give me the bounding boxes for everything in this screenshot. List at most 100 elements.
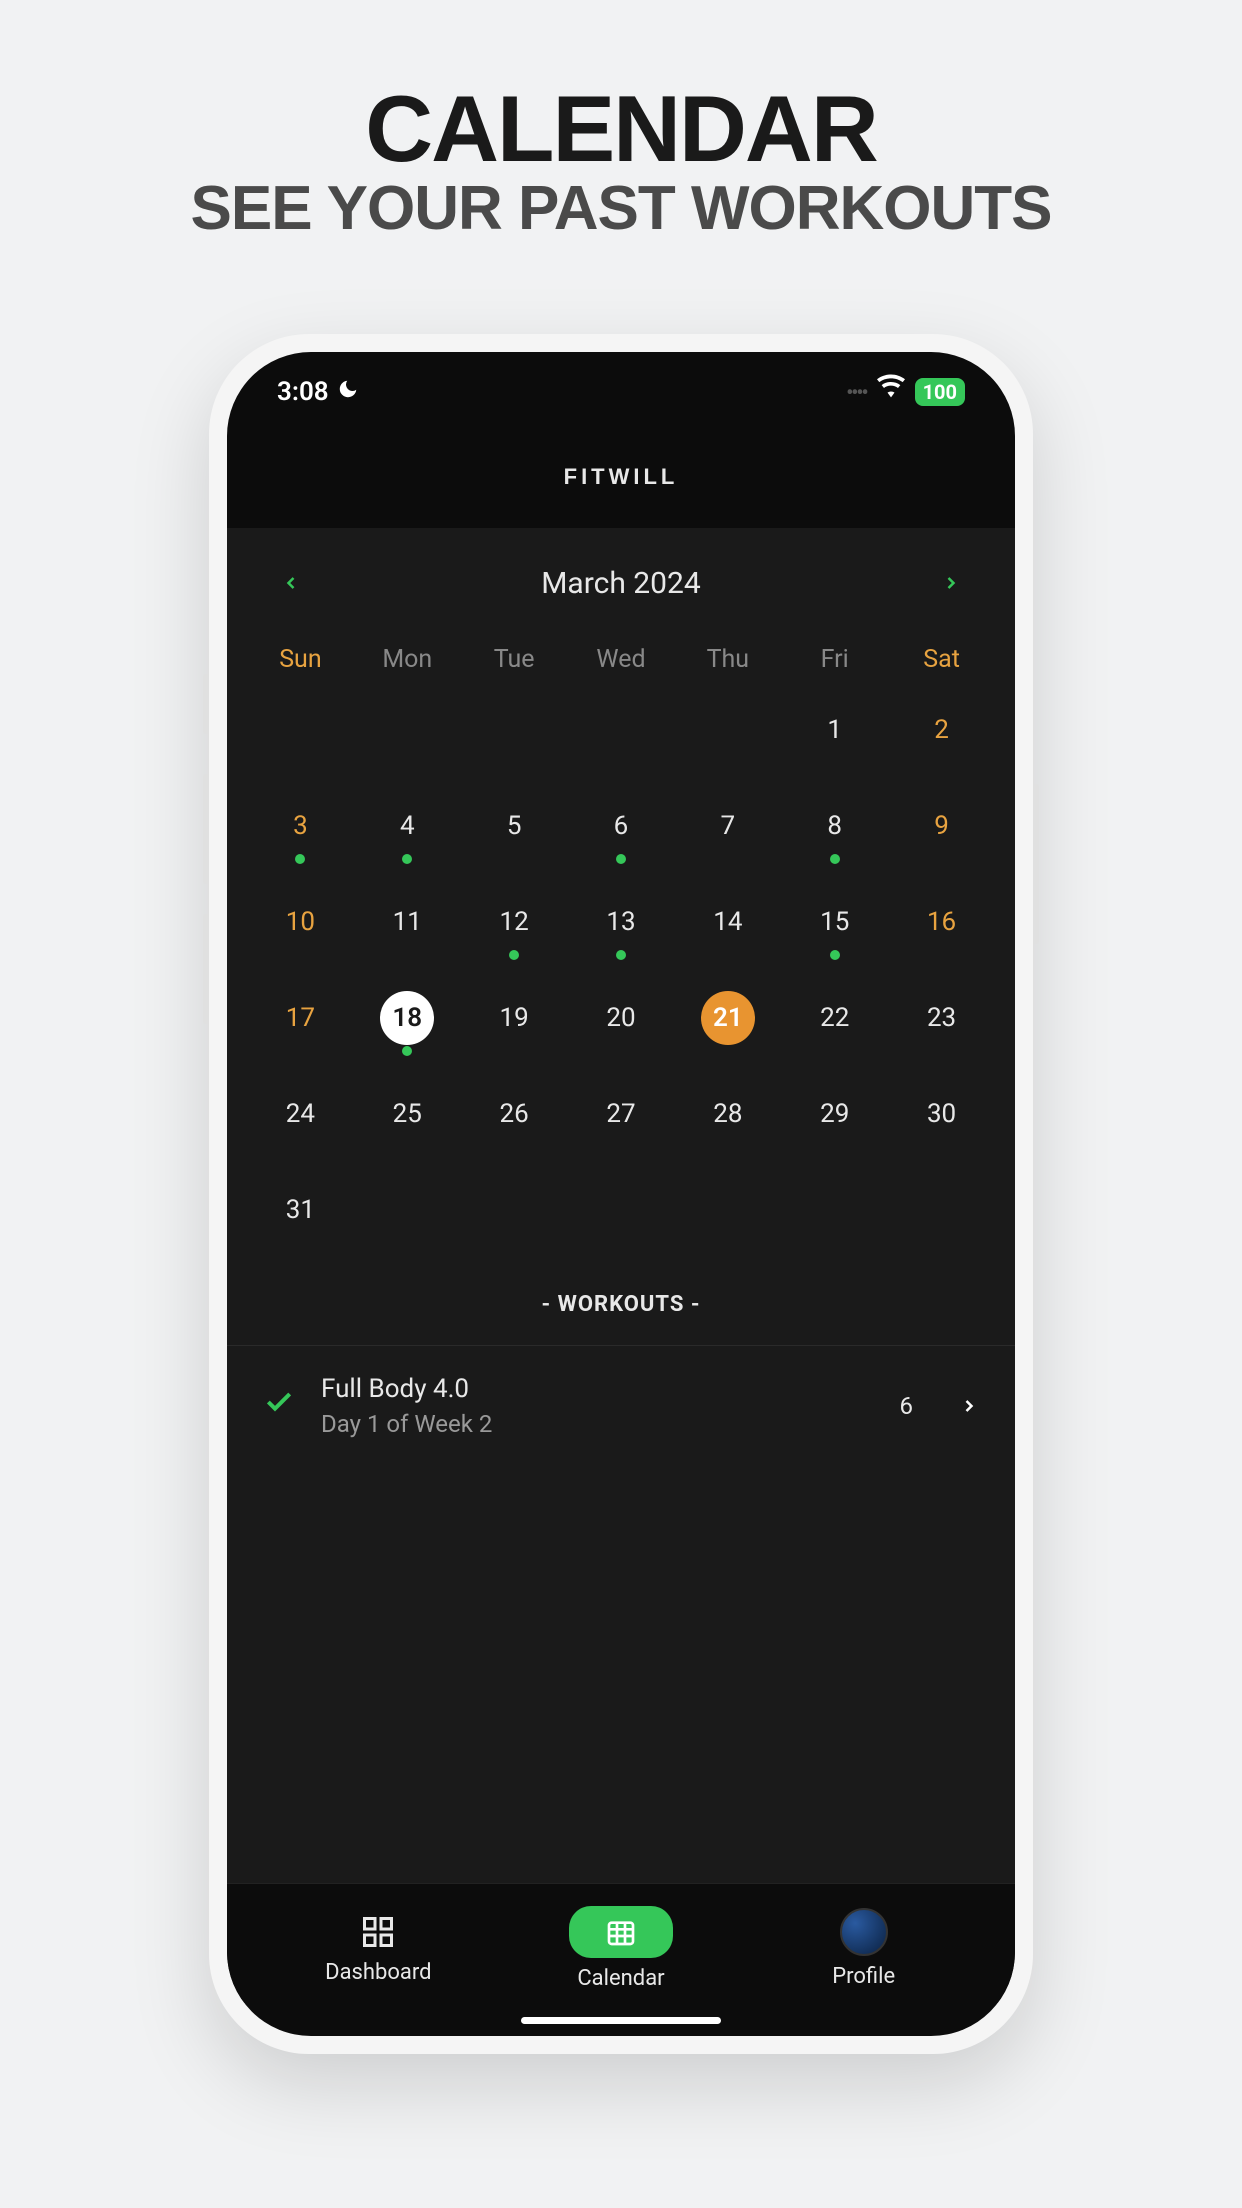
month-navigation: March 2024 xyxy=(227,528,1015,633)
day-number: 29 xyxy=(808,1087,862,1141)
day-header: Sun xyxy=(247,633,354,686)
day-cell xyxy=(888,1176,995,1244)
day-cell[interactable]: 3 xyxy=(247,792,354,860)
day-cell[interactable]: 7 xyxy=(674,792,781,860)
day-number: 27 xyxy=(594,1087,648,1141)
promo-title: CALENDAR xyxy=(365,75,876,183)
workout-dot-icon xyxy=(509,950,519,960)
day-cell xyxy=(461,696,568,764)
day-cell[interactable]: 31 xyxy=(247,1176,354,1244)
prev-month-button[interactable] xyxy=(271,567,311,600)
day-cell[interactable]: 27 xyxy=(568,1080,675,1148)
day-number: 15 xyxy=(808,895,862,949)
day-number: 28 xyxy=(701,1087,755,1141)
workout-dot-icon xyxy=(402,854,412,864)
day-cell[interactable]: 12 xyxy=(461,888,568,956)
wifi-icon xyxy=(877,374,905,409)
day-cell[interactable]: 18 xyxy=(354,984,461,1052)
workout-dot-icon xyxy=(830,950,840,960)
day-number: 14 xyxy=(701,895,755,949)
day-number: 5 xyxy=(487,799,541,853)
battery-indicator: 100 xyxy=(915,378,965,406)
day-cell[interactable]: 2 xyxy=(888,696,995,764)
chevron-right-icon xyxy=(959,1390,979,1423)
day-cell[interactable]: 9 xyxy=(888,792,995,860)
app-title: FITWILL xyxy=(227,419,1015,528)
day-cell[interactable]: 11 xyxy=(354,888,461,956)
day-cell[interactable]: 4 xyxy=(354,792,461,860)
day-header: Wed xyxy=(568,633,675,686)
day-cell[interactable]: 22 xyxy=(781,984,888,1052)
day-cell[interactable]: 19 xyxy=(461,984,568,1052)
day-cell xyxy=(247,696,354,764)
dashboard-icon xyxy=(358,1912,398,1952)
day-number: 17 xyxy=(273,991,327,1045)
workout-dot-icon xyxy=(830,854,840,864)
day-number: 19 xyxy=(487,991,541,1045)
day-header: Thu xyxy=(674,633,781,686)
day-number: 4 xyxy=(380,799,434,853)
bottom-navigation: Dashboard Calendar Profile xyxy=(227,1883,1015,2003)
day-number: 1 xyxy=(808,703,862,757)
day-cell[interactable]: 16 xyxy=(888,888,995,956)
day-number: 22 xyxy=(808,991,862,1045)
check-icon xyxy=(263,1386,295,1426)
day-header: Tue xyxy=(461,633,568,686)
workout-title: Full Body 4.0 xyxy=(321,1374,874,1404)
phone-frame: 3:08 •••• 100 FITWILL March 2024 xyxy=(209,334,1033,2054)
home-indicator[interactable] xyxy=(521,2017,721,2024)
promo-subtitle: SEE YOUR PAST WORKOUTS xyxy=(190,173,1051,244)
day-cell[interactable]: 21 xyxy=(674,984,781,1052)
day-cell[interactable]: 26 xyxy=(461,1080,568,1148)
day-number: 18 xyxy=(380,991,434,1045)
day-cell xyxy=(354,696,461,764)
day-number: 6 xyxy=(594,799,648,853)
day-cell[interactable]: 23 xyxy=(888,984,995,1052)
day-cell[interactable]: 20 xyxy=(568,984,675,1052)
day-cell[interactable]: 25 xyxy=(354,1080,461,1148)
day-number: 25 xyxy=(380,1087,434,1141)
day-cell[interactable]: 30 xyxy=(888,1080,995,1148)
day-cell[interactable]: 14 xyxy=(674,888,781,956)
day-cell[interactable]: 1 xyxy=(781,696,888,764)
day-number: 7 xyxy=(701,799,755,853)
day-cell[interactable]: 29 xyxy=(781,1080,888,1148)
day-number: 24 xyxy=(273,1087,327,1141)
day-header: Mon xyxy=(354,633,461,686)
day-number: 10 xyxy=(273,895,327,949)
day-cell xyxy=(781,1176,888,1244)
day-cell[interactable]: 13 xyxy=(568,888,675,956)
day-cell[interactable]: 24 xyxy=(247,1080,354,1148)
workout-dot-icon xyxy=(616,950,626,960)
nav-dashboard[interactable]: Dashboard xyxy=(257,1912,500,1985)
day-cell[interactable]: 10 xyxy=(247,888,354,956)
nav-calendar[interactable]: Calendar xyxy=(500,1906,743,1991)
workout-item[interactable]: Full Body 4.0 Day 1 of Week 2 6 xyxy=(227,1345,1015,1466)
day-headers: SunMonTueWedThuFriSat xyxy=(227,633,1015,686)
day-number: 31 xyxy=(273,1183,327,1237)
day-number: 8 xyxy=(808,799,862,853)
day-cell[interactable]: 17 xyxy=(247,984,354,1052)
workout-subtitle: Day 1 of Week 2 xyxy=(321,1410,874,1438)
day-cell[interactable]: 28 xyxy=(674,1080,781,1148)
day-cell xyxy=(674,1176,781,1244)
day-number: 21 xyxy=(701,991,755,1045)
nav-profile[interactable]: Profile xyxy=(742,1908,985,1989)
day-number: 16 xyxy=(915,895,969,949)
day-cell[interactable]: 5 xyxy=(461,792,568,860)
day-cell[interactable]: 8 xyxy=(781,792,888,860)
cellular-icon: •••• xyxy=(846,380,866,404)
workout-dot-icon xyxy=(616,854,626,864)
day-number: 13 xyxy=(594,895,648,949)
day-cell xyxy=(568,1176,675,1244)
next-month-button[interactable] xyxy=(931,567,971,600)
phone-screen: 3:08 •••• 100 FITWILL March 2024 xyxy=(227,352,1015,2036)
day-cell[interactable]: 15 xyxy=(781,888,888,956)
day-cell xyxy=(568,696,675,764)
day-cell[interactable]: 6 xyxy=(568,792,675,860)
day-cell xyxy=(674,696,781,764)
day-header: Sat xyxy=(888,633,995,686)
nav-profile-label: Profile xyxy=(832,1964,895,1989)
day-number: 30 xyxy=(915,1087,969,1141)
day-cell xyxy=(354,1176,461,1244)
